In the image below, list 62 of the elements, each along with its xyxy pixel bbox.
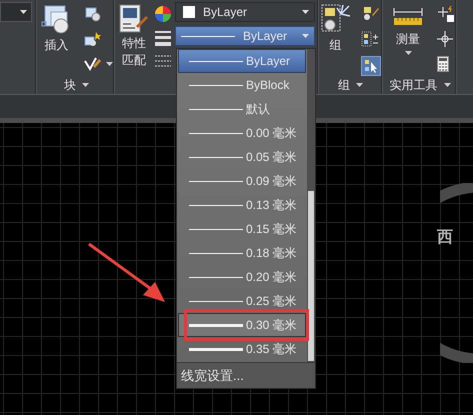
color-swatch — [183, 6, 195, 18]
caret-icon — [404, 51, 412, 55]
lineweight-option[interactable]: ByBlock — [178, 73, 306, 97]
color-dropdown[interactable]: ByLayer — [175, 2, 315, 22]
line-sample — [189, 84, 243, 86]
crosshair-icon — [437, 31, 453, 47]
line-sample — [189, 108, 243, 110]
line-sample — [189, 324, 243, 326]
block-create-icon — [83, 6, 101, 22]
line-sample — [189, 348, 243, 350]
line-sample — [189, 276, 243, 278]
line-sample — [189, 252, 243, 254]
lineweight-option[interactable]: 0.13 毫米 — [178, 193, 306, 217]
match-properties-button[interactable]: 特性 匹配 — [117, 4, 151, 68]
lineweight-option[interactable]: 0.30 毫米 — [178, 313, 306, 337]
lineweight-option[interactable]: 0.00 毫米 — [178, 121, 306, 145]
caret-icon — [356, 83, 363, 87]
scrollbar[interactable] — [307, 49, 315, 362]
lineweight-option[interactable]: 0.20 毫米 — [178, 265, 306, 289]
color-wheel-icon — [155, 6, 171, 22]
lineweight-option[interactable]: 0.18 毫米 — [178, 241, 306, 265]
compass-label: 西 — [437, 228, 453, 248]
caret-icon — [82, 83, 89, 87]
attribute-edit-icon — [83, 56, 101, 72]
select-cursor-icon — [364, 59, 378, 73]
lineweight-option[interactable]: 0.15 毫米 — [178, 217, 306, 241]
line-sample — [189, 180, 243, 182]
panel-title[interactable]: 组 — [320, 76, 381, 94]
panel-title[interactable]: 块 — [40, 76, 113, 94]
lineweight-option[interactable]: 默认 — [178, 97, 306, 121]
group-add-icon — [361, 31, 379, 47]
lineweight-option[interactable]: ByLayer — [178, 49, 306, 73]
block-edit-icon — [83, 31, 101, 47]
lineweight-dropdown[interactable]: ByLayer — [175, 26, 315, 46]
lineweight-option[interactable]: 0.05 毫米 — [178, 145, 306, 169]
dropdown-field[interactable] — [0, 2, 32, 22]
point-style-icon — [437, 6, 455, 22]
lineweight-settings-button[interactable]: 线宽设置... — [177, 362, 315, 388]
panel-title[interactable]: 实用工具 — [385, 76, 455, 94]
group-edit-icon — [361, 6, 379, 22]
lineweight-icon — [155, 30, 171, 46]
insert-button[interactable]: 插入 — [40, 4, 73, 54]
line-sample — [189, 156, 243, 158]
caret-icon — [444, 83, 450, 87]
caret-icon — [302, 34, 309, 38]
group-icon — [320, 4, 350, 34]
match-properties-icon — [118, 4, 150, 34]
line-sample — [189, 300, 243, 302]
group-button[interactable]: 组 — [320, 4, 351, 54]
calculator-icon — [437, 56, 449, 72]
lineweight-option[interactable]: 0.09 毫米 — [178, 169, 306, 193]
caret-icon — [302, 10, 309, 14]
caret-icon — [20, 10, 27, 14]
lineweight-option[interactable]: 0.25 毫米 — [178, 289, 306, 313]
group-selection-toggle[interactable] — [361, 56, 381, 76]
caret-icon[interactable] — [106, 62, 113, 66]
lineweight-option[interactable]: 0.35 毫米 — [178, 337, 306, 361]
line-sample — [189, 132, 243, 134]
line-sample — [189, 60, 243, 62]
measure-button[interactable]: 测量 — [389, 4, 427, 55]
line-sample — [189, 204, 243, 206]
line-sample — [189, 228, 243, 230]
